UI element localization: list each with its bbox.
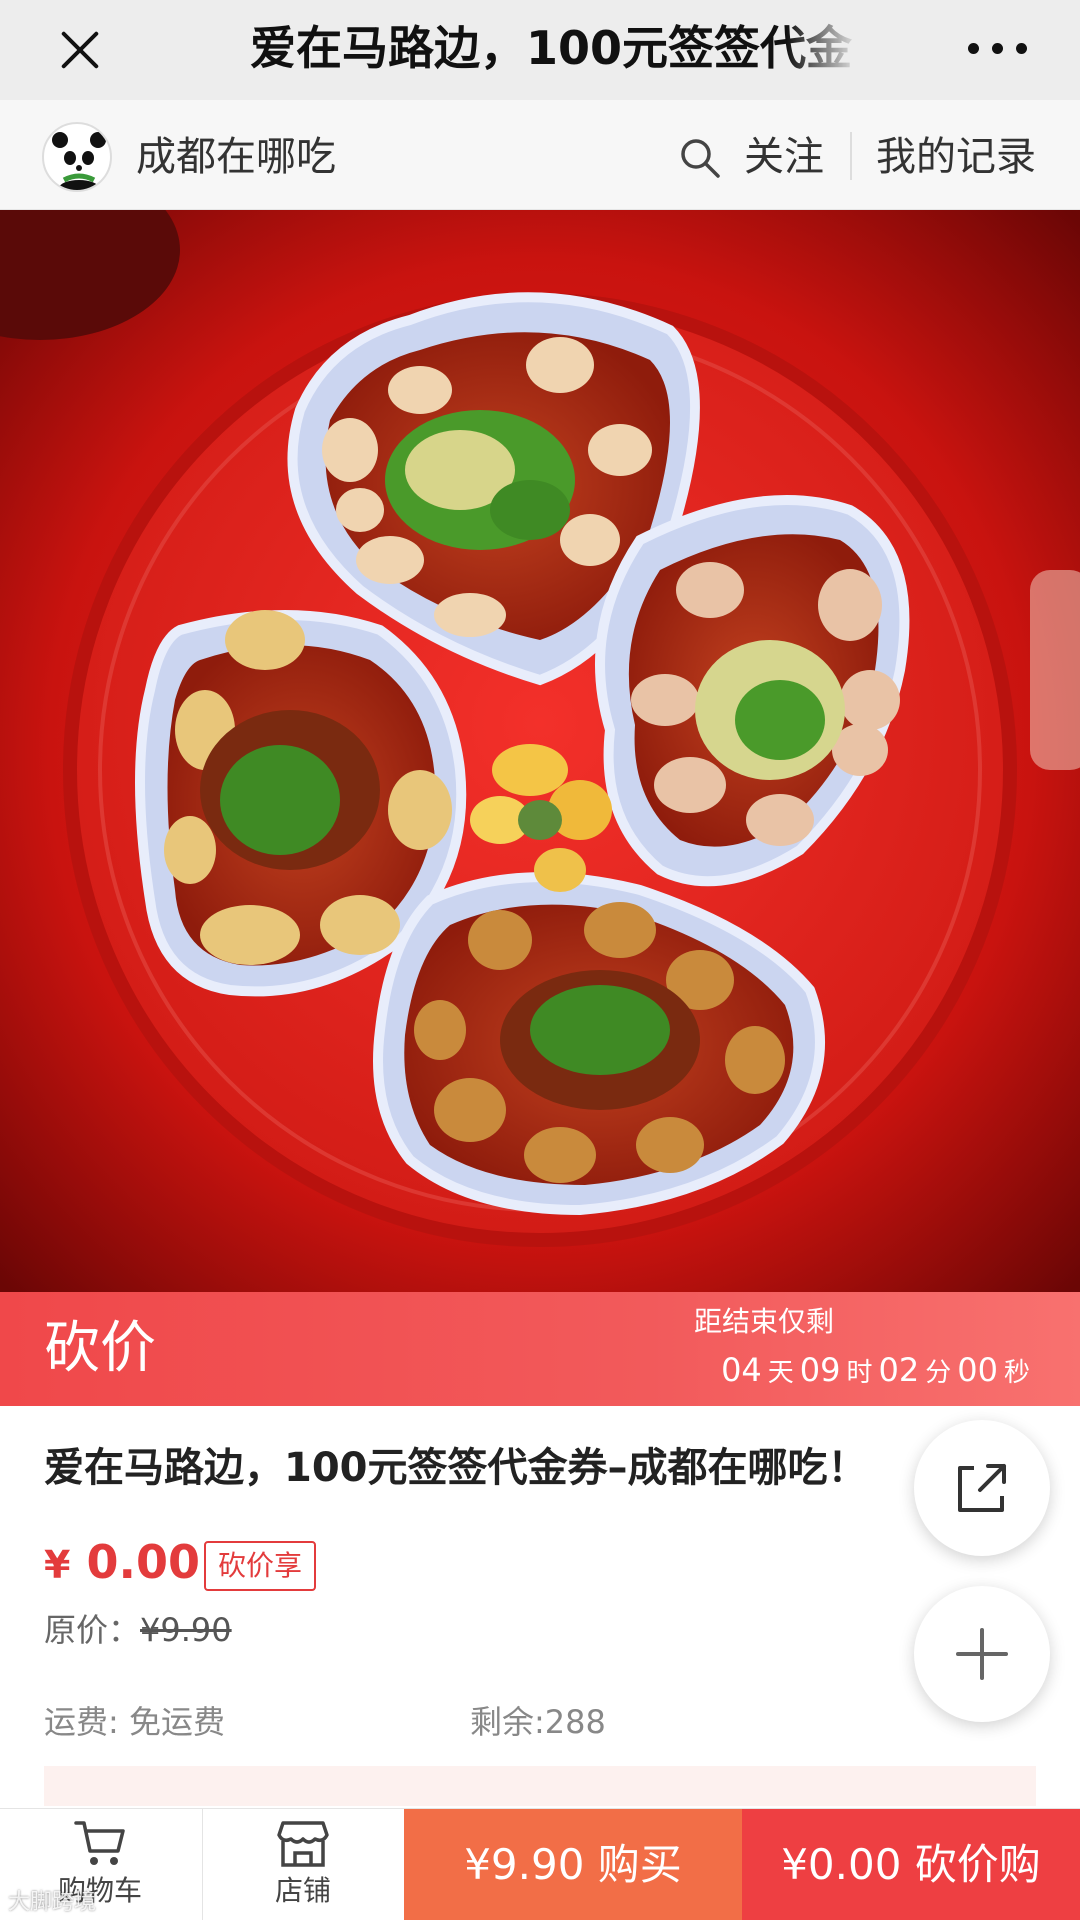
countdown-timer: 04 天 09 时 02 分 00 秒 [721, 1348, 1036, 1395]
countdown-days-unit: 天 [767, 1358, 794, 1388]
watermark: 大脚跨境 [8, 1890, 97, 1915]
bargain-title: 砍价 [44, 1316, 156, 1381]
price-value: 0.00 [86, 1535, 200, 1589]
original-price-label: 原价： [44, 1611, 141, 1649]
countdown-seconds-unit: 秒 [1003, 1358, 1030, 1388]
bargain-banner: 砍价 距结束仅剩 04 天 09 时 02 分 00 秒 [0, 1292, 1080, 1406]
buy-button[interactable]: ¥9.90 购买 [404, 1809, 742, 1920]
product-title: 爱在马路边，100元签签代金券–成都在哪吃！ [44, 1445, 868, 1491]
shipping-info: 运费: 免运费 [44, 1703, 225, 1741]
bargain-buy-button[interactable]: ¥0.00 砍价购 [742, 1809, 1080, 1920]
divider [850, 132, 852, 180]
countdown-minutes-unit: 分 [925, 1358, 952, 1388]
original-price-value: ¥9.90 [140, 1611, 232, 1649]
countdown-hours: 09 [799, 1351, 841, 1389]
stock-remaining: 剩余:288 [470, 1703, 606, 1741]
plus-icon [956, 1628, 1008, 1680]
countdown-minutes: 02 [878, 1351, 920, 1389]
currency-symbol: ¥ [44, 1543, 71, 1587]
shop-name[interactable]: 成都在哪吃 [136, 130, 336, 184]
search-icon[interactable] [678, 136, 722, 180]
add-button[interactable] [914, 1586, 1050, 1722]
shop-tab[interactable]: 店铺 [202, 1809, 402, 1920]
bargain-price-tag: 砍价享 [204, 1541, 317, 1591]
shop-avatar[interactable] [42, 122, 112, 192]
share-icon [958, 1464, 1006, 1512]
info-strip [44, 1766, 1036, 1806]
countdown-label: 距结束仅剩 [694, 1305, 835, 1338]
countdown-seconds: 00 [957, 1351, 998, 1389]
follow-button[interactable]: 关注 [744, 130, 824, 184]
store-icon [275, 1817, 331, 1869]
current-price: ¥ 0.00 [44, 1532, 200, 1595]
countdown-days: 04 [721, 1351, 762, 1389]
shop-header: 成都在哪吃 关注 我的记录 [0, 100, 1080, 210]
shop-label: 店铺 [274, 1874, 331, 1907]
my-records-link[interactable]: 我的记录 [876, 130, 1036, 184]
title-bar: 爱在马路边，100元签签代金 [0, 0, 1080, 100]
page-title: 爱在马路边，100元签签代金 [250, 21, 853, 75]
close-icon[interactable] [52, 22, 108, 78]
product-image [0, 210, 1080, 1292]
original-price: 原价：¥9.90 [44, 1608, 232, 1652]
bottom-action-bar: 购物车 店铺 ¥9.90 购买 ¥0.00 砍价购 [0, 1808, 1080, 1920]
countdown-hours-unit: 时 [846, 1358, 873, 1388]
share-button[interactable] [914, 1420, 1050, 1556]
cart-icon [72, 1817, 128, 1869]
more-icon[interactable] [966, 28, 1030, 68]
